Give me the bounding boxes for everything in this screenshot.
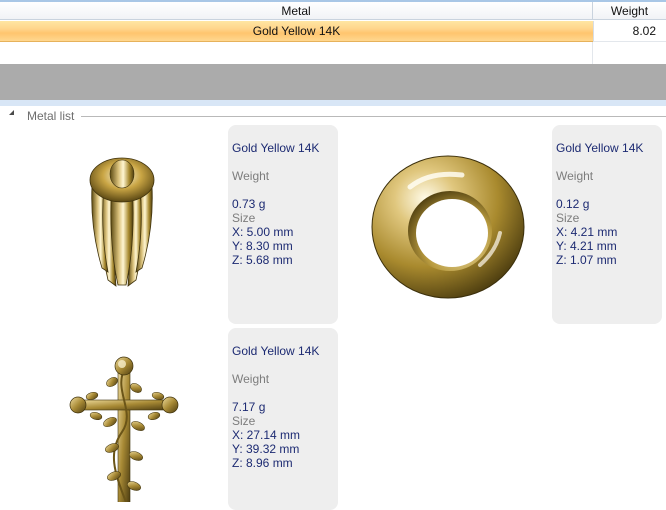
size-label: Size: [232, 211, 256, 225]
band-divider: [0, 100, 666, 106]
size-label: Size: [556, 211, 580, 225]
metal-title: Gold Yellow 14K: [556, 141, 644, 155]
weight-label: Weight: [232, 372, 270, 386]
size-y: Y: 8.30 mm: [232, 239, 293, 253]
size-z: Z: 1.07 mm: [556, 253, 617, 267]
size-z: Z: 8.96 mm: [232, 456, 293, 470]
size-x: X: 4.21 mm: [556, 225, 618, 239]
size-label: Size: [232, 414, 256, 428]
column-header-metal[interactable]: Metal: [0, 2, 593, 20]
column-header-weight[interactable]: Weight: [593, 2, 666, 20]
metal-list-header: Metal list: [0, 108, 666, 124]
weight-value: 7.17 g: [232, 400, 266, 414]
gray-band: [0, 64, 666, 100]
grid-cell-weight[interactable]: 8.02: [593, 21, 666, 42]
gold-rose-cross-icon: [69, 356, 179, 502]
grid-cell-metal[interactable]: Gold Yellow 14K: [0, 21, 593, 42]
size-z: Z: 5.68 mm: [232, 253, 293, 267]
size-y: Y: 39.32 mm: [232, 442, 300, 456]
collapse-triangle-icon[interactable]: [9, 110, 14, 115]
gold-ring-icon: [371, 155, 525, 299]
size-y: Y: 4.21 mm: [556, 239, 617, 253]
grid-empty-row: [0, 42, 593, 64]
metal-grid: Metal Weight Gold Yellow 14K 8.02: [0, 0, 666, 64]
metal-card-1: Gold Yellow 14K Weight 0.73 g Size X: 5.…: [228, 125, 338, 324]
metal-title: Gold Yellow 14K: [232, 141, 320, 155]
size-x: X: 27.14 mm: [232, 428, 301, 442]
metal-title: Gold Yellow 14K: [232, 344, 320, 358]
metal-list-rule: [81, 116, 666, 117]
weight-label: Weight: [556, 169, 594, 183]
gold-bail-pendant-icon: [89, 157, 155, 287]
metal-list-label: Metal list: [27, 109, 75, 123]
size-x: X: 5.00 mm: [232, 225, 294, 239]
metal-card-2: Gold Yellow 14K Weight 0.12 g Size X: 4.…: [552, 125, 662, 324]
weight-value: 0.73 g: [232, 197, 266, 211]
metal-card-3: Gold Yellow 14K Weight 7.17 g Size X: 27…: [228, 328, 338, 510]
weight-label: Weight: [232, 169, 270, 183]
weight-value: 0.12 g: [556, 197, 590, 211]
